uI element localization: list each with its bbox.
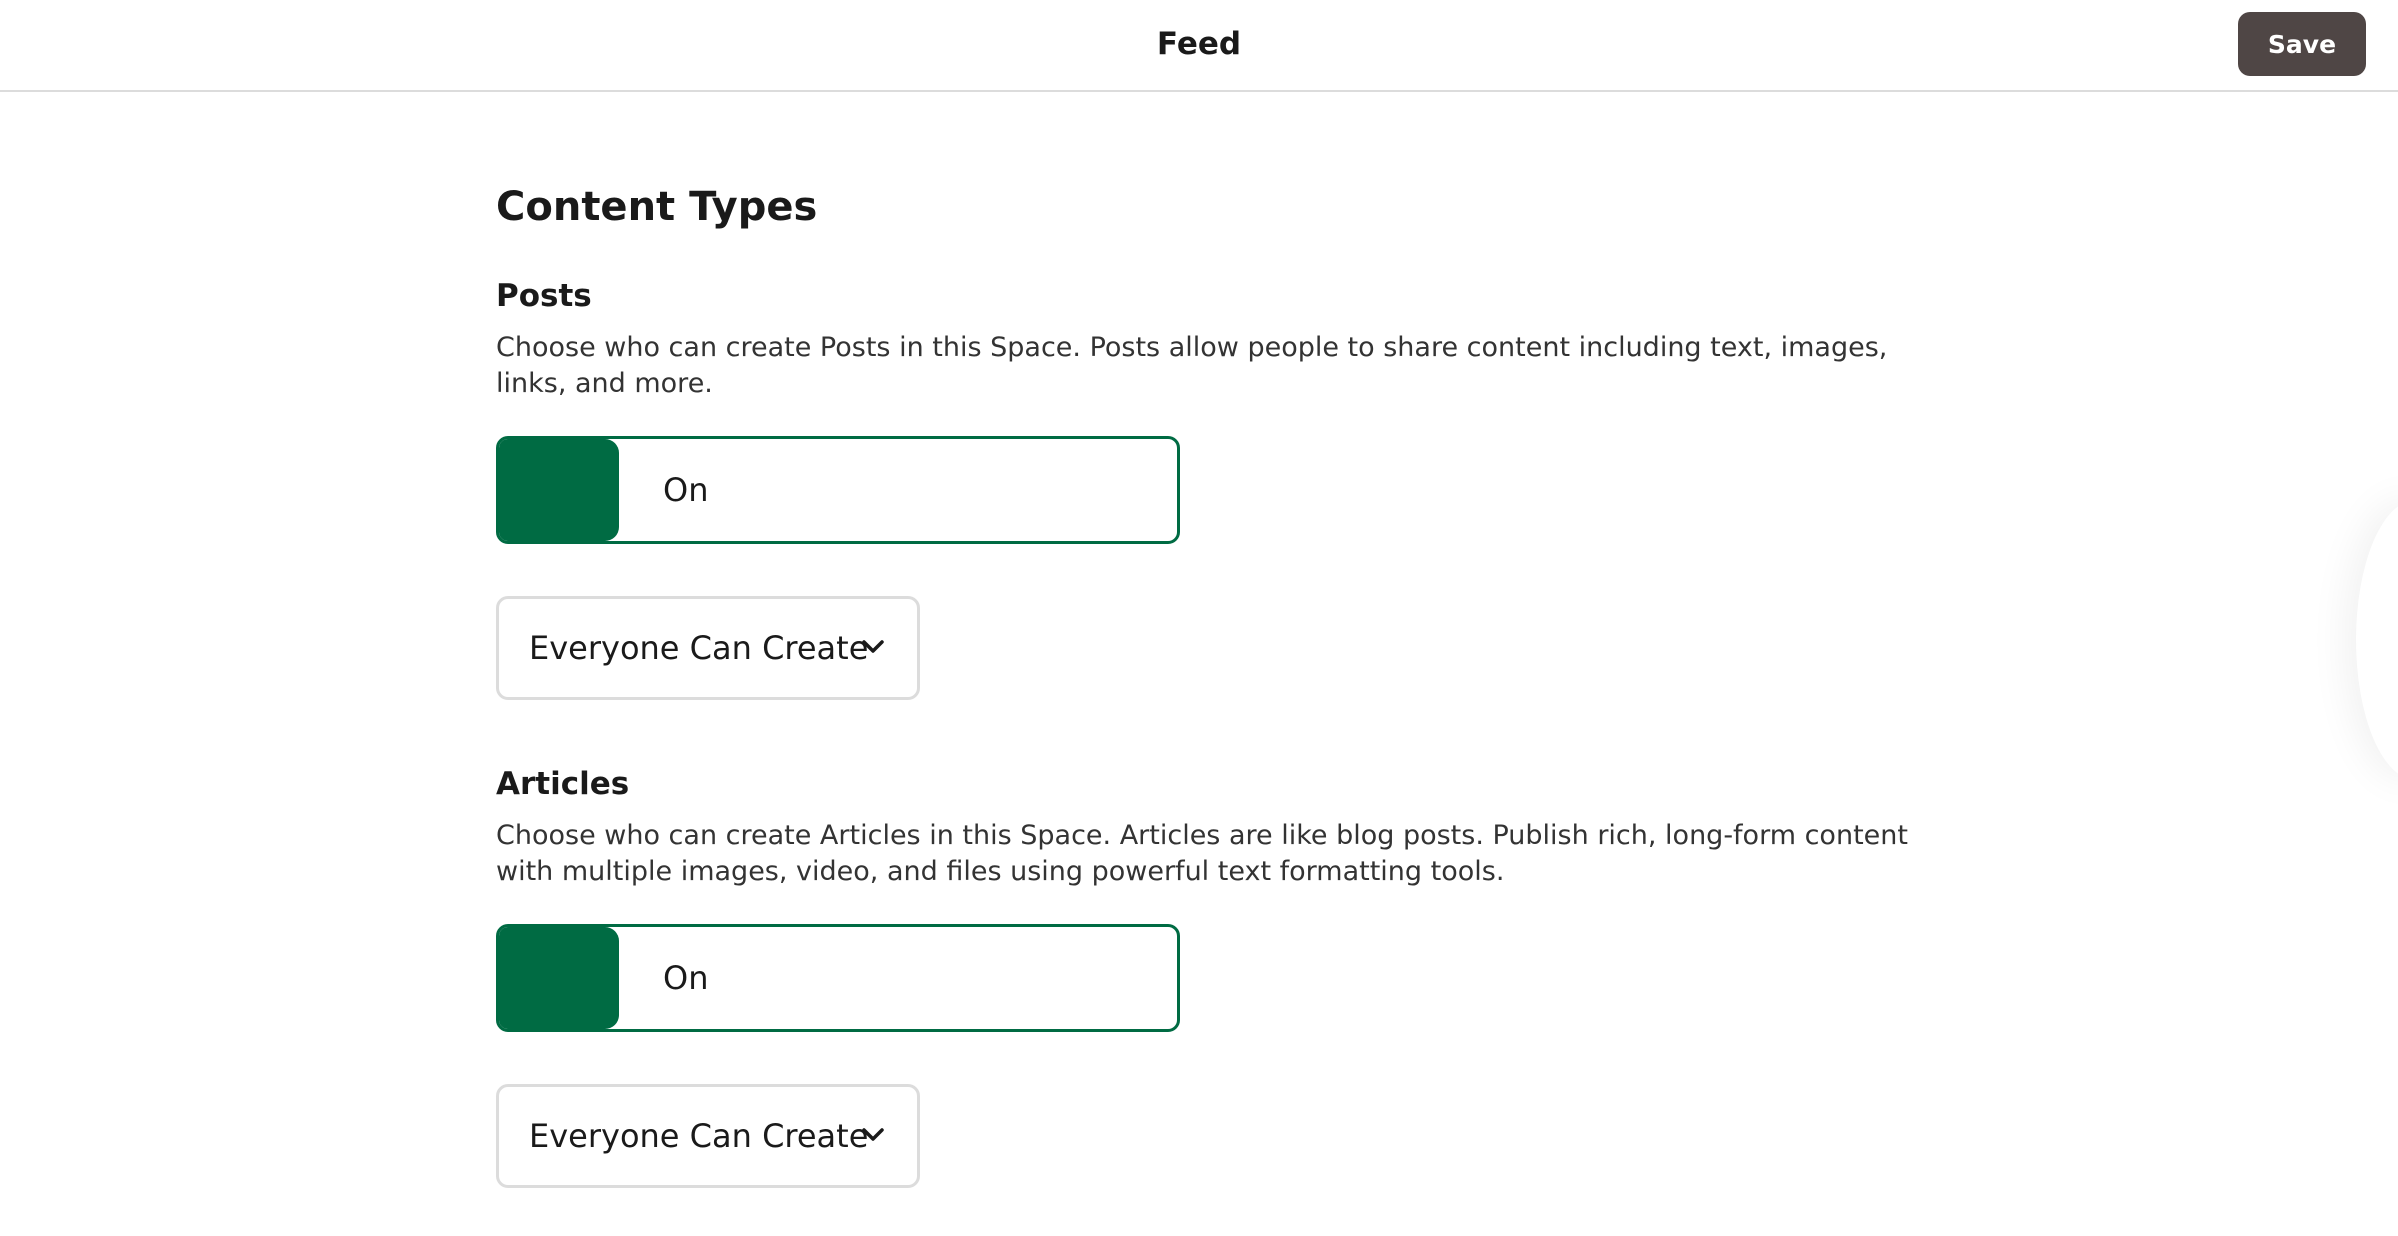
toggle-label: On (663, 471, 709, 509)
chevron-down-icon (862, 640, 884, 653)
articles-heading: Articles (496, 766, 630, 802)
articles-permission-select[interactable]: Everyone Can Create (496, 1084, 920, 1188)
posts-permission-select[interactable]: Everyone Can Create (496, 596, 920, 700)
top-bar: Feed Save (0, 0, 2398, 92)
articles-description: Choose who can create Articles in this S… (496, 820, 1908, 887)
posts-heading: Posts (496, 278, 592, 314)
section-title: Content Types (496, 184, 818, 230)
toggle-knob (499, 439, 619, 541)
select-value: Everyone Can Create (529, 1117, 869, 1155)
save-button[interactable]: Save (2238, 12, 2366, 76)
page-title: Feed (1156, 26, 1242, 62)
posts-toggle[interactable]: On (496, 436, 1180, 544)
posts-description: Choose who can create Posts in this Spac… (496, 332, 1888, 399)
toggle-label: On (663, 959, 709, 997)
articles-toggle[interactable]: On (496, 924, 1180, 1032)
toggle-knob (499, 927, 619, 1029)
edge-shadow (2356, 500, 2398, 780)
select-value: Everyone Can Create (529, 629, 869, 667)
chevron-down-icon (862, 1128, 884, 1141)
